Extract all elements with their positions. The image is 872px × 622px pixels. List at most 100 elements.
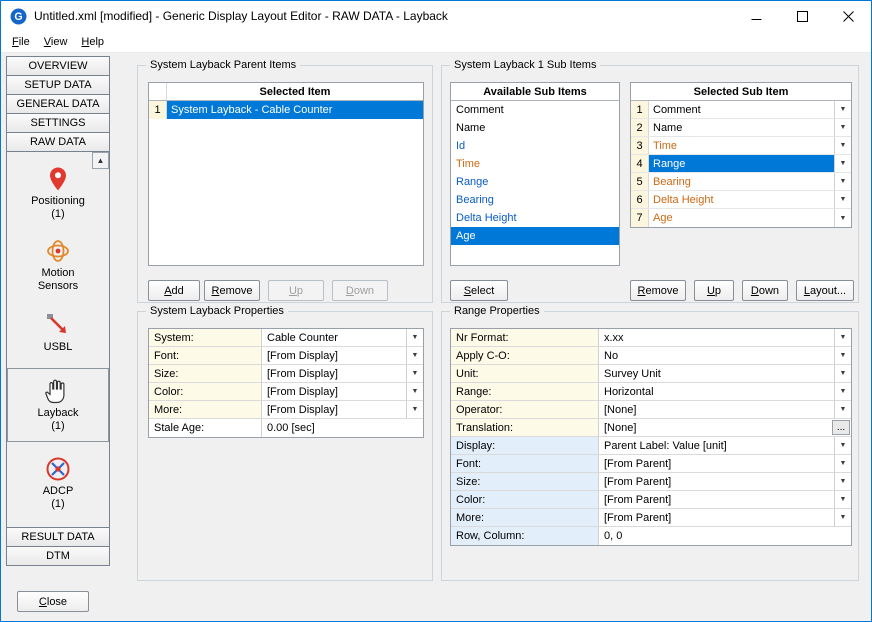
combo-dropdown-button[interactable]: [834, 173, 851, 190]
device-positioning[interactable]: Positioning (1): [7, 165, 109, 221]
map-pin-icon: [44, 165, 72, 193]
combo-dropdown-button[interactable]: [406, 365, 423, 382]
menu-file[interactable]: File: [5, 33, 37, 51]
translation-ellipsis-button[interactable]: ...: [832, 420, 850, 435]
parent-item-label[interactable]: System Layback - Cable Counter: [167, 101, 423, 119]
available-item[interactable]: Name: [451, 119, 619, 137]
property-label: Translation:: [451, 419, 599, 436]
property-label: Operator:: [451, 401, 599, 418]
device-layback[interactable]: Layback (1): [7, 368, 109, 442]
combo-dropdown-button[interactable]: [834, 329, 851, 346]
maximize-icon: [797, 11, 808, 22]
property-value[interactable]: [From Display]: [262, 347, 406, 364]
menu-view[interactable]: View: [37, 33, 75, 51]
property-value[interactable]: No: [599, 347, 834, 364]
property-value[interactable]: [None]: [599, 419, 831, 436]
property-value[interactable]: x.xx: [599, 329, 834, 346]
combo-dropdown-button[interactable]: [834, 509, 851, 526]
combo-dropdown-button[interactable]: [834, 191, 851, 208]
available-item[interactable]: Id: [451, 137, 619, 155]
property-value[interactable]: 0.00 [sec]: [262, 419, 423, 437]
sidebar-item-overview[interactable]: OVERVIEW: [6, 56, 110, 76]
minimize-button[interactable]: [733, 1, 779, 31]
property-value[interactable]: [From Parent]: [599, 473, 834, 490]
sidebar-item-result-data[interactable]: RESULT DATA: [6, 527, 110, 547]
sidebar-item-setup-data[interactable]: SETUP DATA: [6, 75, 110, 95]
selected-sub-item-row[interactable]: 3 Time: [631, 137, 851, 155]
sidebar-item-dtm[interactable]: DTM: [6, 546, 110, 566]
combo-dropdown-button[interactable]: [406, 329, 423, 346]
parent-items-table: Selected Item 1 System Layback - Cable C…: [148, 82, 424, 266]
selected-sub-item-row[interactable]: 1 Comment: [631, 101, 851, 119]
available-item[interactable]: Time: [451, 155, 619, 173]
combo-dropdown-button[interactable]: [406, 383, 423, 400]
property-label: More:: [451, 509, 599, 526]
combo-dropdown-button[interactable]: [834, 347, 851, 364]
combo-dropdown-button[interactable]: [834, 455, 851, 472]
selected-sub-item-row[interactable]: 5 Bearing: [631, 173, 851, 191]
combo-dropdown-button[interactable]: [406, 347, 423, 364]
select-button[interactable]: Select: [450, 280, 508, 301]
up-button[interactable]: Up: [268, 280, 324, 301]
add-button[interactable]: Add: [148, 280, 200, 301]
property-value[interactable]: [From Display]: [262, 383, 406, 400]
selected-sub-item-row[interactable]: 4 Range: [631, 155, 851, 173]
combo-dropdown-button[interactable]: [834, 155, 851, 172]
device-adcp[interactable]: ADCP (1): [7, 455, 109, 511]
scroll-up-button[interactable]: [92, 152, 109, 169]
sidebar-item-general-data[interactable]: GENERAL DATA: [6, 94, 110, 114]
available-item[interactable]: Range: [451, 173, 619, 191]
parent-item-row[interactable]: 1 System Layback - Cable Counter: [149, 101, 423, 119]
sidebar-item-raw-data[interactable]: RAW DATA: [6, 132, 110, 152]
combo-dropdown-button[interactable]: [834, 365, 851, 382]
property-value[interactable]: [From Parent]: [599, 509, 834, 526]
combo-dropdown-button[interactable]: [406, 401, 423, 418]
device-usbl[interactable]: USBL: [7, 311, 109, 354]
property-value[interactable]: [From Parent]: [599, 491, 834, 508]
property-value[interactable]: [None]: [599, 401, 834, 418]
close-window-button[interactable]: [825, 1, 871, 31]
close-button[interactable]: Close: [17, 591, 89, 612]
available-item[interactable]: Age: [451, 227, 619, 245]
up-sub-button[interactable]: Up: [694, 280, 734, 301]
combo-dropdown-button[interactable]: [834, 119, 851, 136]
remove-button[interactable]: Remove: [204, 280, 260, 301]
combo-dropdown-button[interactable]: [834, 473, 851, 490]
property-label: More:: [149, 401, 262, 418]
combo-dropdown-button[interactable]: [834, 401, 851, 418]
property-value[interactable]: [From Parent]: [599, 455, 834, 472]
property-value[interactable]: [From Display]: [262, 401, 406, 418]
property-row-stale-age: Stale Age: 0.00 [sec]: [149, 419, 423, 437]
combo-dropdown-button[interactable]: [834, 383, 851, 400]
property-value[interactable]: Horizontal: [599, 383, 834, 400]
combo-dropdown-button[interactable]: [834, 437, 851, 454]
available-item[interactable]: Delta Height: [451, 209, 619, 227]
property-value[interactable]: Parent Label: Value [unit]: [599, 437, 834, 454]
device-motion-sensors[interactable]: Motion Sensors: [7, 237, 109, 293]
selected-sub-item-row[interactable]: 6 Delta Height: [631, 191, 851, 209]
property-value[interactable]: Survey Unit: [599, 365, 834, 382]
layout-button[interactable]: Layout...: [796, 280, 854, 301]
down-button[interactable]: Down: [332, 280, 388, 301]
menu-help[interactable]: Help: [74, 33, 111, 51]
combo-dropdown-button[interactable]: [834, 491, 851, 508]
property-value[interactable]: [From Display]: [262, 365, 406, 382]
available-item[interactable]: Comment: [451, 101, 619, 119]
device-list-panel: Positioning (1) Motion Sensors USBL: [6, 151, 110, 528]
combo-dropdown-button[interactable]: [834, 209, 851, 227]
property-label: Size:: [451, 473, 599, 490]
range-properties-group: Range Properties Nr Format: x.xx Apply C…: [441, 311, 859, 581]
selected-sub-item-row[interactable]: 7 Age: [631, 209, 851, 227]
maximize-button[interactable]: [779, 1, 825, 31]
property-value[interactable]: 0, 0: [599, 527, 851, 545]
selected-sub-item-row[interactable]: 2 Name: [631, 119, 851, 137]
remove-sub-button[interactable]: Remove: [630, 280, 686, 301]
property-value[interactable]: Cable Counter: [262, 329, 406, 346]
available-item[interactable]: Bearing: [451, 191, 619, 209]
combo-dropdown-button[interactable]: [834, 101, 851, 118]
gimbal-icon: [44, 237, 72, 265]
sidebar-item-settings[interactable]: SETTINGS: [6, 113, 110, 133]
property-row-size: Size: [From Display]: [149, 365, 423, 383]
combo-dropdown-button[interactable]: [834, 137, 851, 154]
down-sub-button[interactable]: Down: [742, 280, 788, 301]
